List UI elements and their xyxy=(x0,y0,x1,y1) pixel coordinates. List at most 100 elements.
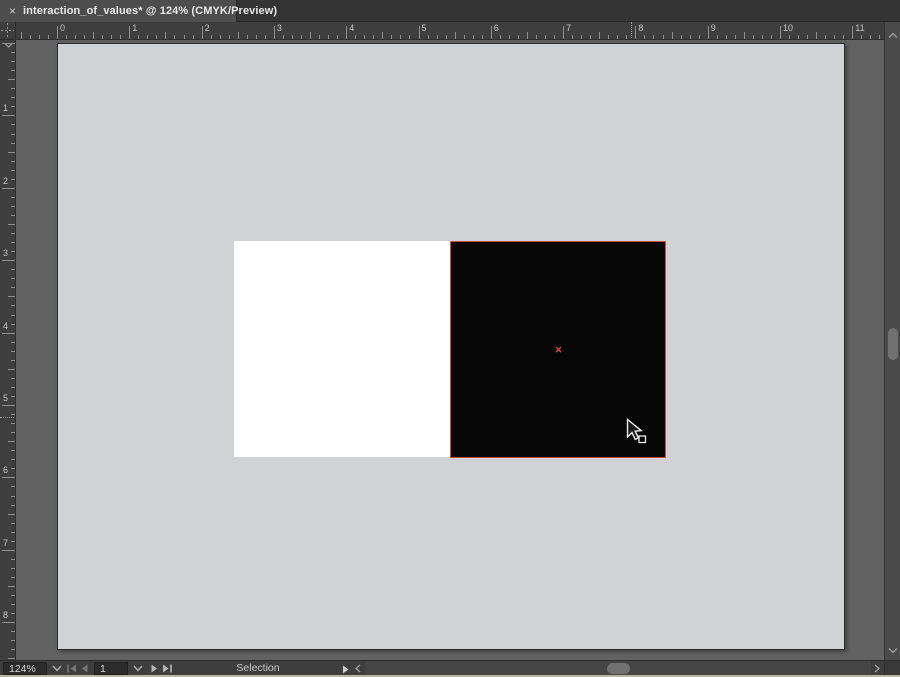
first-artboard-icon[interactable] xyxy=(66,664,77,673)
scroll-down-icon[interactable] xyxy=(888,647,898,654)
ruler-tick xyxy=(156,35,157,39)
ruler-tick xyxy=(464,35,465,39)
ruler-tick xyxy=(174,35,175,39)
ruler-tick xyxy=(617,35,618,39)
ruler-tick xyxy=(473,35,474,39)
ruler-origin-crosshair-icon xyxy=(0,22,15,39)
ruler-tick xyxy=(455,32,456,39)
document-tab[interactable]: × interaction_of_values* @ 124% (CMYK/Pr… xyxy=(0,0,237,22)
flyout-triangle-icon[interactable] xyxy=(342,665,349,674)
ruler-tick xyxy=(11,143,15,144)
ruler-tick xyxy=(663,35,664,39)
white-rectangle-object[interactable] xyxy=(234,241,450,457)
ruler-tick xyxy=(8,514,15,515)
ruler-tick xyxy=(211,35,212,39)
ruler-label: 10 xyxy=(783,24,793,33)
ruler-tick xyxy=(11,468,15,469)
ruler-label: 6 xyxy=(3,466,8,475)
ruler-tick xyxy=(11,541,15,542)
ruler-tick xyxy=(129,26,130,39)
ruler-tick xyxy=(11,649,15,650)
ruler-label: 4 xyxy=(349,24,354,33)
close-icon[interactable]: × xyxy=(9,5,16,17)
ruler-tick xyxy=(11,568,15,569)
ruler-tick xyxy=(11,450,15,451)
ruler-tick xyxy=(11,432,15,433)
ruler-tick xyxy=(229,35,230,39)
ruler-tick xyxy=(2,188,15,189)
ruler-tick xyxy=(491,26,492,39)
pointer-position-marker xyxy=(631,22,632,40)
vertical-ruler[interactable]: 12345678 xyxy=(0,40,16,660)
ruler-tick xyxy=(735,35,736,39)
ruler-tick xyxy=(21,32,22,39)
ruler-tick xyxy=(563,26,564,39)
horizontal-ruler[interactable]: 01234567891011 xyxy=(16,22,884,40)
ruler-tick xyxy=(39,35,40,39)
ruler-tick xyxy=(771,35,772,39)
ruler-tick xyxy=(2,622,15,623)
scroll-left-icon[interactable] xyxy=(354,664,362,673)
ruler-tick xyxy=(102,35,103,39)
ruler-tick xyxy=(780,26,781,39)
ruler-tick xyxy=(11,124,15,125)
scroll-right-icon[interactable] xyxy=(873,664,881,673)
chevron-down-icon[interactable] xyxy=(52,664,62,672)
ruler-tick xyxy=(11,170,15,171)
ruler-tick xyxy=(744,32,745,39)
next-artboard-icon[interactable] xyxy=(150,664,159,673)
ruler-label: 8 xyxy=(638,24,643,33)
ruler-tick xyxy=(120,35,121,39)
ruler-tick xyxy=(536,35,537,39)
ruler-tick xyxy=(500,35,501,39)
ruler-tick xyxy=(672,32,673,39)
scroll-up-icon[interactable] xyxy=(888,32,898,39)
ruler-label: 7 xyxy=(566,24,571,33)
ruler-tick xyxy=(852,26,853,39)
ruler-tick xyxy=(527,32,528,39)
ruler-tick xyxy=(11,269,15,270)
scrollbar-corner xyxy=(884,661,900,676)
ruler-tick xyxy=(699,35,700,39)
ruler-label: 3 xyxy=(277,24,282,33)
ruler-label: 0 xyxy=(60,24,65,33)
ruler-tick xyxy=(138,35,139,39)
ruler-tick xyxy=(644,35,645,39)
horizontal-scrollbar-thumb[interactable] xyxy=(607,663,630,674)
ruler-tick xyxy=(301,35,302,39)
ruler-tick xyxy=(545,35,546,39)
ruler-origin-corner[interactable] xyxy=(0,22,16,40)
ruler-tick xyxy=(11,604,15,605)
ruler-tick xyxy=(554,35,555,39)
ruler-tick xyxy=(111,35,112,39)
ruler-tick xyxy=(419,26,420,39)
ruler-tick xyxy=(717,35,718,39)
ruler-tick xyxy=(2,477,15,478)
ruler-tick xyxy=(653,35,654,39)
vertical-scrollbar-thumb[interactable] xyxy=(888,328,898,360)
status-display[interactable]: Selection xyxy=(180,662,336,675)
horizontal-scrollbar[interactable] xyxy=(365,661,871,676)
ruler-tick xyxy=(11,505,15,506)
ruler-tick xyxy=(798,35,799,39)
ruler-label: 9 xyxy=(711,24,716,33)
ruler-tick xyxy=(11,613,15,614)
zoom-level-field[interactable]: 124% xyxy=(3,662,47,675)
ruler-tick xyxy=(8,296,15,297)
ruler-label: 5 xyxy=(3,394,8,403)
canvas-pasteboard[interactable] xyxy=(16,40,884,660)
ruler-tick xyxy=(879,35,880,39)
vertical-scrollbar[interactable] xyxy=(884,22,900,660)
artboard-number-field[interactable]: 1 xyxy=(94,662,128,675)
ruler-label: 6 xyxy=(494,24,499,33)
ruler-tick xyxy=(391,35,392,39)
ruler-tick xyxy=(861,35,862,39)
previous-artboard-icon[interactable] xyxy=(80,664,89,673)
last-artboard-icon[interactable] xyxy=(162,664,173,673)
ruler-tick xyxy=(11,106,15,107)
ruler-tick xyxy=(11,206,15,207)
ruler-tick xyxy=(726,35,727,39)
ruler-tick xyxy=(8,369,15,370)
ruler-tick xyxy=(626,35,627,39)
chevron-down-icon[interactable] xyxy=(133,664,143,672)
